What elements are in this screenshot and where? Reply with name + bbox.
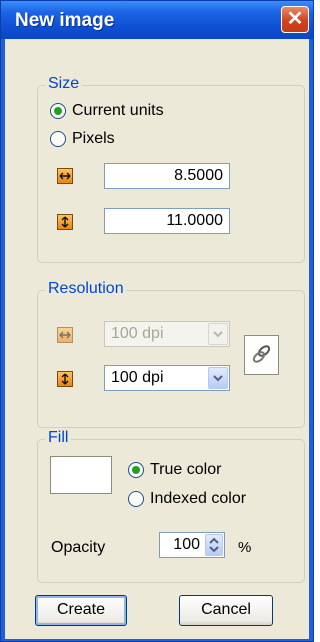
close-button[interactable]: ✕ (281, 6, 309, 33)
indexed-color-radio[interactable] (128, 491, 144, 507)
horizontal-resolution-value: 100 dpi (111, 325, 164, 342)
height-icon (57, 214, 73, 230)
vertical-resolution-value: 100 dpi (111, 369, 164, 386)
fill-color-swatch[interactable] (50, 456, 112, 494)
width-input[interactable]: 8.5000 (104, 163, 230, 189)
opacity-value: 100 (173, 536, 200, 553)
indexed-color-label[interactable]: Indexed color (150, 490, 246, 508)
new-image-dialog: New image ✕ Size Current units Pixels 8.… (0, 0, 314, 642)
horizontal-resolution-icon (57, 327, 73, 343)
close-icon: ✕ (286, 8, 304, 30)
spinner-arrows-icon[interactable] (205, 534, 223, 556)
size-group-label: Size (45, 75, 83, 93)
resolution-group-label: Resolution (45, 280, 127, 298)
height-input[interactable]: 11.0000 (104, 208, 230, 234)
chevron-down-icon[interactable] (208, 323, 228, 345)
true-color-label[interactable]: True color (150, 461, 221, 479)
chevron-down-icon[interactable] (208, 367, 228, 389)
pixels-radio[interactable] (50, 131, 66, 147)
opacity-spinner[interactable]: 100 (159, 532, 225, 558)
horizontal-resolution-select[interactable]: 100 dpi (104, 321, 230, 347)
vertical-resolution-select[interactable]: 100 dpi (104, 365, 230, 391)
opacity-unit-label: % (238, 539, 252, 556)
width-icon (57, 168, 73, 184)
size-group: Size Current units Pixels 8.5000 11.0000 (37, 75, 305, 263)
dialog-body: Size Current units Pixels 8.5000 11.0000… (5, 39, 309, 639)
window-title: New image (15, 10, 115, 31)
fill-group: Fill True color Indexed color Opacity 10… (37, 429, 305, 583)
current-units-label[interactable]: Current units (72, 102, 164, 120)
title-bar[interactable]: New image ✕ (1, 1, 313, 39)
true-color-radio[interactable] (128, 462, 144, 478)
chain-link-icon (252, 345, 271, 363)
current-units-radio[interactable] (50, 103, 66, 119)
opacity-label: Opacity (51, 539, 106, 556)
create-button[interactable]: Create (35, 595, 127, 626)
link-resolution-button[interactable] (244, 335, 279, 375)
pixels-label[interactable]: Pixels (72, 130, 115, 148)
resolution-group: Resolution 100 dpi 100 dpi (37, 280, 305, 428)
vertical-resolution-icon (57, 371, 73, 387)
fill-group-label: Fill (45, 429, 72, 447)
cancel-button[interactable]: Cancel (179, 595, 273, 626)
